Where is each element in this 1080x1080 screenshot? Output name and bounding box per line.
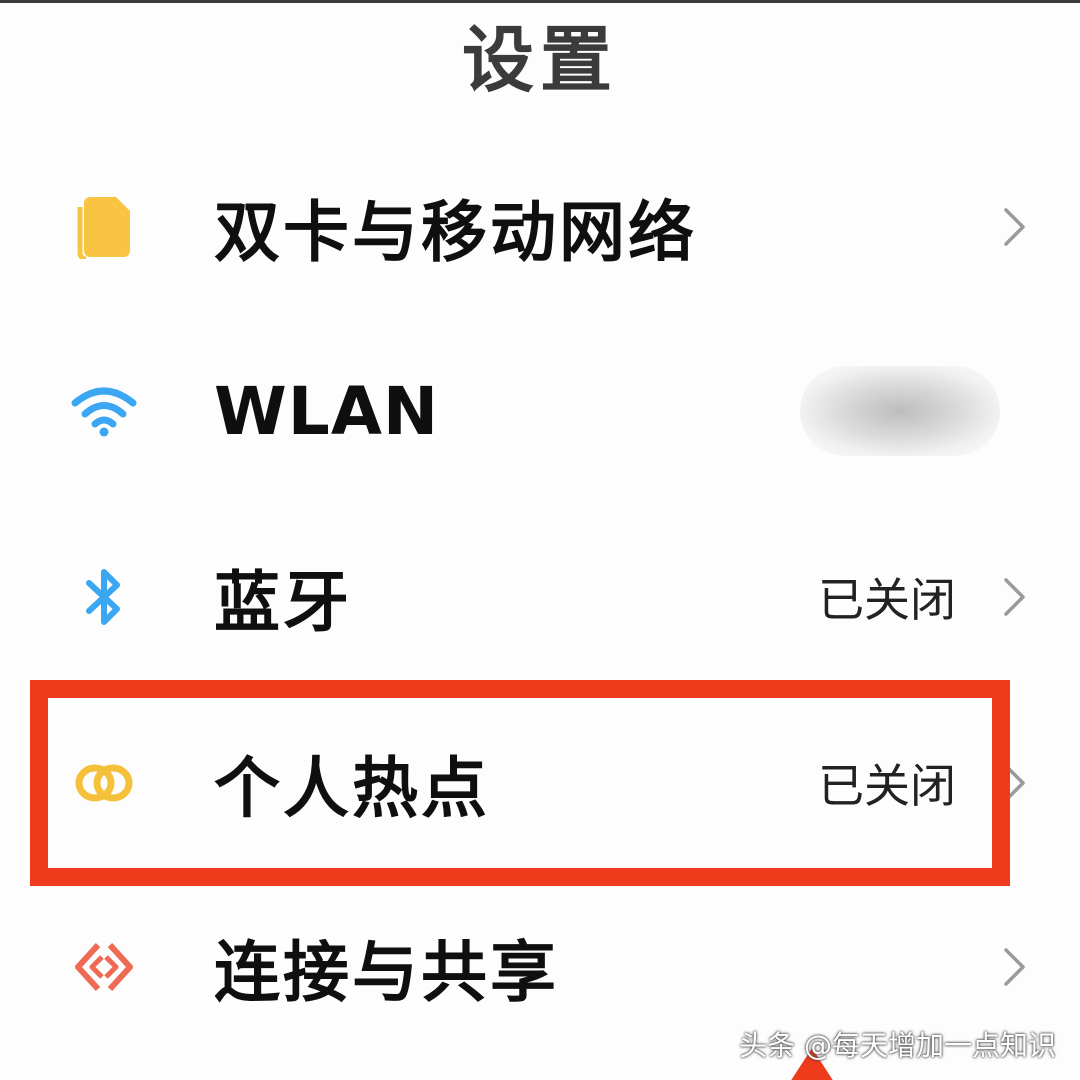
blurred-network-name	[800, 366, 1000, 456]
settings-item-status: 已关闭	[818, 573, 956, 627]
settings-item-label: 连接与共享	[214, 934, 559, 1011]
settings-item-label: 双卡与移动网络	[214, 194, 697, 271]
chevron-right-icon	[1000, 574, 1030, 620]
chevron-right-icon	[1000, 204, 1030, 250]
settings-item-dual-sim[interactable]: 双卡与移动网络	[0, 152, 1080, 302]
settings-item-label: WLAN	[214, 372, 440, 450]
chevron-right-icon	[1000, 944, 1030, 990]
connection-sharing-icon	[66, 929, 142, 1005]
watermark: 头条 @每天增加一点知识	[739, 1029, 1056, 1062]
bluetooth-icon	[66, 559, 142, 635]
highlight-box	[30, 680, 1010, 886]
page-title: 设置	[461, 18, 618, 102]
wifi-icon	[66, 373, 142, 449]
settings-item-label: 蓝牙	[214, 564, 352, 641]
settings-item-connection-sharing[interactable]: 连接与共享	[0, 892, 1080, 1042]
settings-item-bluetooth[interactable]: 蓝牙 已关闭	[0, 522, 1080, 672]
top-divider	[0, 0, 1080, 3]
sim-card-icon	[66, 189, 142, 265]
settings-item-wlan[interactable]: WLAN	[0, 336, 1080, 486]
settings-screen: 设置 双卡与移动网络 WLAN 蓝牙 已关闭 个人热点 已关闭 连接与共享 头条…	[0, 0, 1080, 1080]
